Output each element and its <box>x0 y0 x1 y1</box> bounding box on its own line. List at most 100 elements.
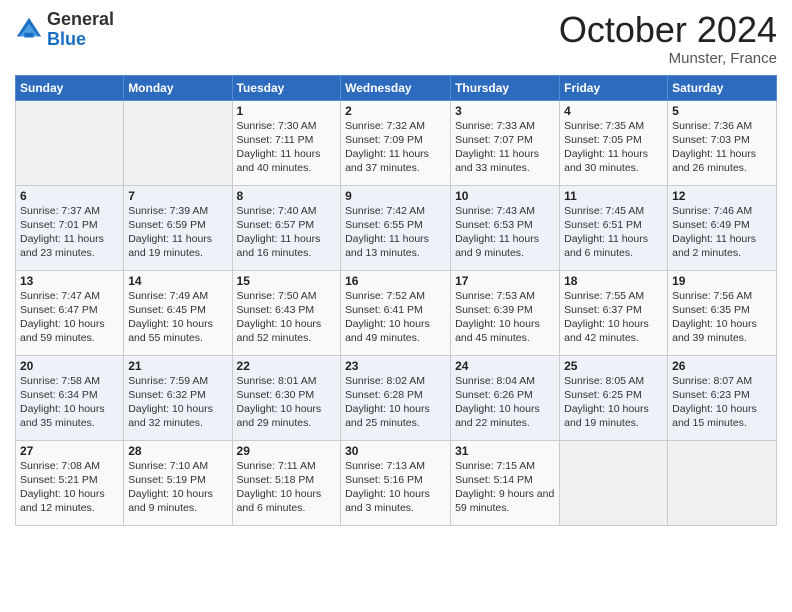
day-detail: Sunrise: 7:59 AMSunset: 6:32 PMDaylight:… <box>128 374 227 431</box>
day-cell-2-2: 15Sunrise: 7:50 AMSunset: 6:43 PMDayligh… <box>232 270 341 355</box>
day-detail: Sunrise: 8:02 AMSunset: 6:28 PMDaylight:… <box>345 374 446 431</box>
day-number: 20 <box>20 359 119 373</box>
header: General Blue October 2024 Munster, Franc… <box>15 10 777 67</box>
day-cell-1-3: 9Sunrise: 7:42 AMSunset: 6:55 PMDaylight… <box>341 185 451 270</box>
day-number: 29 <box>237 444 337 458</box>
day-cell-4-0: 27Sunrise: 7:08 AMSunset: 5:21 PMDayligh… <box>16 440 124 525</box>
day-detail: Sunrise: 7:40 AMSunset: 6:57 PMDaylight:… <box>237 204 337 261</box>
day-cell-3-0: 20Sunrise: 7:58 AMSunset: 6:34 PMDayligh… <box>16 355 124 440</box>
day-number: 18 <box>564 274 663 288</box>
calendar-table: Sunday Monday Tuesday Wednesday Thursday… <box>15 75 777 526</box>
day-detail: Sunrise: 7:53 AMSunset: 6:39 PMDaylight:… <box>455 289 555 346</box>
day-number: 23 <box>345 359 446 373</box>
day-cell-2-6: 19Sunrise: 7:56 AMSunset: 6:35 PMDayligh… <box>668 270 777 355</box>
day-cell-4-1: 28Sunrise: 7:10 AMSunset: 5:19 PMDayligh… <box>124 440 232 525</box>
day-number: 6 <box>20 189 119 203</box>
day-detail: Sunrise: 7:30 AMSunset: 7:11 PMDaylight:… <box>237 119 337 176</box>
day-cell-0-0 <box>16 100 124 185</box>
day-cell-0-4: 3Sunrise: 7:33 AMSunset: 7:07 PMDaylight… <box>451 100 560 185</box>
day-detail: Sunrise: 7:50 AMSunset: 6:43 PMDaylight:… <box>237 289 337 346</box>
day-cell-3-4: 24Sunrise: 8:04 AMSunset: 6:26 PMDayligh… <box>451 355 560 440</box>
day-number: 5 <box>672 104 772 118</box>
day-cell-4-6 <box>668 440 777 525</box>
day-number: 21 <box>128 359 227 373</box>
day-cell-2-3: 16Sunrise: 7:52 AMSunset: 6:41 PMDayligh… <box>341 270 451 355</box>
day-detail: Sunrise: 7:49 AMSunset: 6:45 PMDaylight:… <box>128 289 227 346</box>
day-detail: Sunrise: 7:58 AMSunset: 6:34 PMDaylight:… <box>20 374 119 431</box>
day-number: 26 <box>672 359 772 373</box>
day-cell-2-5: 18Sunrise: 7:55 AMSunset: 6:37 PMDayligh… <box>560 270 668 355</box>
day-number: 15 <box>237 274 337 288</box>
day-cell-3-1: 21Sunrise: 7:59 AMSunset: 6:32 PMDayligh… <box>124 355 232 440</box>
month-title: October 2024 <box>559 10 777 50</box>
day-number: 8 <box>237 189 337 203</box>
week-row-2: 13Sunrise: 7:47 AMSunset: 6:47 PMDayligh… <box>16 270 777 355</box>
day-number: 7 <box>128 189 227 203</box>
day-detail: Sunrise: 8:05 AMSunset: 6:25 PMDaylight:… <box>564 374 663 431</box>
calendar-body: 1Sunrise: 7:30 AMSunset: 7:11 PMDaylight… <box>16 100 777 525</box>
day-cell-1-6: 12Sunrise: 7:46 AMSunset: 6:49 PMDayligh… <box>668 185 777 270</box>
header-row: Sunday Monday Tuesday Wednesday Thursday… <box>16 75 777 100</box>
day-number: 19 <box>672 274 772 288</box>
day-number: 16 <box>345 274 446 288</box>
day-detail: Sunrise: 7:52 AMSunset: 6:41 PMDaylight:… <box>345 289 446 346</box>
page: General Blue October 2024 Munster, Franc… <box>0 0 792 612</box>
day-cell-0-5: 4Sunrise: 7:35 AMSunset: 7:05 PMDaylight… <box>560 100 668 185</box>
day-detail: Sunrise: 8:07 AMSunset: 6:23 PMDaylight:… <box>672 374 772 431</box>
col-friday: Friday <box>560 75 668 100</box>
day-cell-2-1: 14Sunrise: 7:49 AMSunset: 6:45 PMDayligh… <box>124 270 232 355</box>
day-number: 12 <box>672 189 772 203</box>
day-cell-2-0: 13Sunrise: 7:47 AMSunset: 6:47 PMDayligh… <box>16 270 124 355</box>
col-sunday: Sunday <box>16 75 124 100</box>
day-detail: Sunrise: 7:45 AMSunset: 6:51 PMDaylight:… <box>564 204 663 261</box>
day-detail: Sunrise: 7:56 AMSunset: 6:35 PMDaylight:… <box>672 289 772 346</box>
day-cell-4-4: 31Sunrise: 7:15 AMSunset: 5:14 PMDayligh… <box>451 440 560 525</box>
day-cell-3-6: 26Sunrise: 8:07 AMSunset: 6:23 PMDayligh… <box>668 355 777 440</box>
day-detail: Sunrise: 7:39 AMSunset: 6:59 PMDaylight:… <box>128 204 227 261</box>
logo-general-text: General <box>47 10 114 30</box>
logo: General Blue <box>15 10 114 50</box>
col-tuesday: Tuesday <box>232 75 341 100</box>
day-cell-0-6: 5Sunrise: 7:36 AMSunset: 7:03 PMDaylight… <box>668 100 777 185</box>
day-number: 3 <box>455 104 555 118</box>
day-number: 30 <box>345 444 446 458</box>
day-cell-1-4: 10Sunrise: 7:43 AMSunset: 6:53 PMDayligh… <box>451 185 560 270</box>
day-number: 14 <box>128 274 227 288</box>
day-cell-3-5: 25Sunrise: 8:05 AMSunset: 6:25 PMDayligh… <box>560 355 668 440</box>
title-section: October 2024 Munster, France <box>559 10 777 67</box>
day-cell-3-2: 22Sunrise: 8:01 AMSunset: 6:30 PMDayligh… <box>232 355 341 440</box>
day-cell-3-3: 23Sunrise: 8:02 AMSunset: 6:28 PMDayligh… <box>341 355 451 440</box>
day-detail: Sunrise: 7:46 AMSunset: 6:49 PMDaylight:… <box>672 204 772 261</box>
day-detail: Sunrise: 7:15 AMSunset: 5:14 PMDaylight:… <box>455 459 555 516</box>
day-detail: Sunrise: 7:08 AMSunset: 5:21 PMDaylight:… <box>20 459 119 516</box>
day-number: 10 <box>455 189 555 203</box>
col-monday: Monday <box>124 75 232 100</box>
day-cell-1-5: 11Sunrise: 7:45 AMSunset: 6:51 PMDayligh… <box>560 185 668 270</box>
day-detail: Sunrise: 8:04 AMSunset: 6:26 PMDaylight:… <box>455 374 555 431</box>
calendar-header: Sunday Monday Tuesday Wednesday Thursday… <box>16 75 777 100</box>
day-detail: Sunrise: 7:35 AMSunset: 7:05 PMDaylight:… <box>564 119 663 176</box>
col-saturday: Saturday <box>668 75 777 100</box>
day-detail: Sunrise: 7:32 AMSunset: 7:09 PMDaylight:… <box>345 119 446 176</box>
day-cell-2-4: 17Sunrise: 7:53 AMSunset: 6:39 PMDayligh… <box>451 270 560 355</box>
day-number: 24 <box>455 359 555 373</box>
week-row-4: 27Sunrise: 7:08 AMSunset: 5:21 PMDayligh… <box>16 440 777 525</box>
day-number: 25 <box>564 359 663 373</box>
day-cell-0-2: 1Sunrise: 7:30 AMSunset: 7:11 PMDaylight… <box>232 100 341 185</box>
day-detail: Sunrise: 7:55 AMSunset: 6:37 PMDaylight:… <box>564 289 663 346</box>
day-number: 9 <box>345 189 446 203</box>
day-detail: Sunrise: 7:42 AMSunset: 6:55 PMDaylight:… <box>345 204 446 261</box>
logo-blue-text: Blue <box>47 30 114 50</box>
day-number: 22 <box>237 359 337 373</box>
logo-text: General Blue <box>47 10 114 50</box>
logo-icon <box>15 16 43 44</box>
day-detail: Sunrise: 7:13 AMSunset: 5:16 PMDaylight:… <box>345 459 446 516</box>
day-number: 27 <box>20 444 119 458</box>
day-cell-1-0: 6Sunrise: 7:37 AMSunset: 7:01 PMDaylight… <box>16 185 124 270</box>
day-detail: Sunrise: 7:10 AMSunset: 5:19 PMDaylight:… <box>128 459 227 516</box>
col-wednesday: Wednesday <box>341 75 451 100</box>
day-number: 17 <box>455 274 555 288</box>
day-cell-0-1 <box>124 100 232 185</box>
day-number: 2 <box>345 104 446 118</box>
day-cell-1-2: 8Sunrise: 7:40 AMSunset: 6:57 PMDaylight… <box>232 185 341 270</box>
